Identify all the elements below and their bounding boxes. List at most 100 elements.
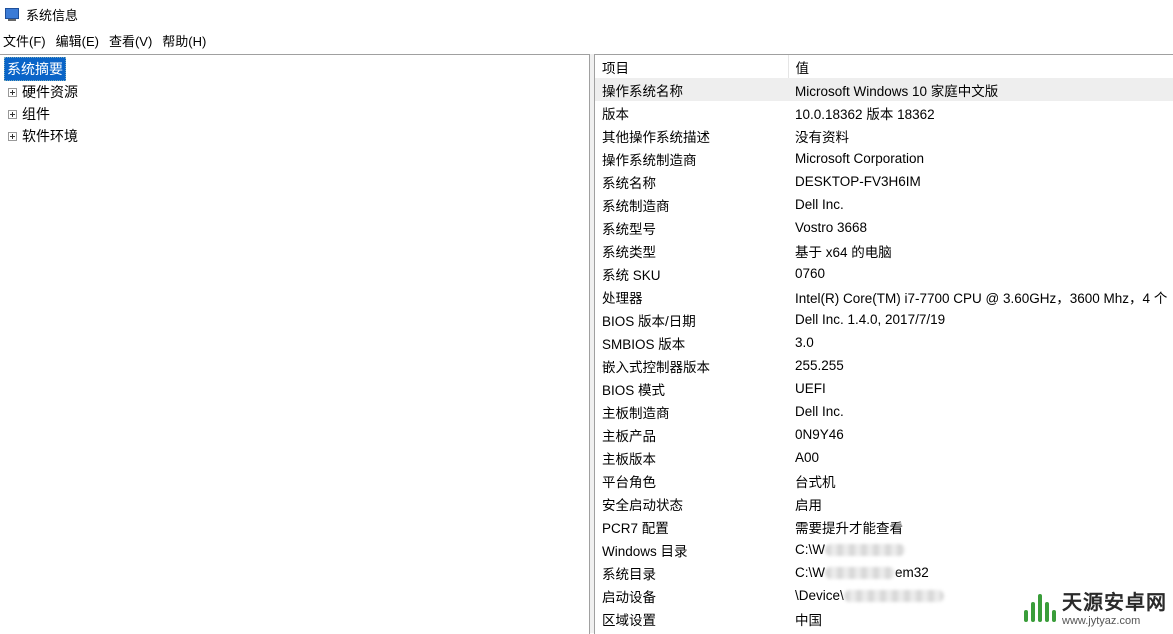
row-value-text: 3.0 — [795, 335, 814, 350]
row-value-text: DESKTOP-FV3H6IM — [795, 174, 921, 189]
table-row[interactable]: 处理器 Intel(R) Core(TM) i7-7700 CPU @ 3.60G… — [595, 285, 1173, 308]
table-row[interactable]: 平台角色 台式机 — [595, 469, 1173, 492]
row-value-cell: Vostro 3668 — [788, 216, 1173, 239]
row-value-cell: Microsoft Corporation — [788, 147, 1173, 170]
row-item-cell: 系统制造商 — [602, 198, 670, 214]
row-value-text: 中国 — [795, 612, 822, 628]
category-tree-pane: 系统摘要 硬件资源 组件 软件环境 — [0, 54, 590, 634]
row-value-text: Dell Inc. — [795, 197, 844, 212]
table-row[interactable]: 系统 SKU 0760 — [595, 262, 1173, 285]
row-value-cell: UEFI — [788, 377, 1173, 400]
table-row[interactable]: 安全启动状态 启用 — [595, 492, 1173, 515]
menu-file[interactable]: 文件(F) — [0, 31, 53, 50]
tree-item-components[interactable]: 组件 — [8, 103, 589, 125]
row-value-cell: DESKTOP-FV3H6IM — [788, 170, 1173, 193]
row-value-cell: Dell Inc. — [788, 193, 1173, 216]
table-row[interactable]: PCR7 配置 需要提升才能查看 — [595, 515, 1173, 538]
row-value-cell: 需要提升才能查看 — [788, 515, 1173, 538]
row-value-text: Vostro 3668 — [795, 220, 868, 235]
column-header-value[interactable]: 值 — [788, 55, 1173, 78]
tree-item-hardware-resources[interactable]: 硬件资源 — [8, 81, 589, 103]
column-header-item[interactable]: 项目 — [595, 55, 789, 78]
table-row[interactable]: 系统目录 C:\W em32 — [595, 561, 1173, 584]
row-item-cell: 系统目录 — [602, 566, 656, 582]
table-row[interactable]: BIOS 版本/日期 Dell Inc. 1.4.0, 2017/7/19 — [595, 308, 1173, 331]
row-value-cell: Microsoft Windows 10 家庭中文版 — [788, 78, 1173, 101]
row-value-cell: Dell Inc. 1.4.0, 2017/7/19 — [788, 308, 1173, 331]
row-value-text: 台式机 — [795, 474, 836, 490]
table-row[interactable]: 主板制造商 Dell Inc. — [595, 400, 1173, 423]
redacted-blur — [843, 590, 944, 603]
row-item-cell: 主板产品 — [602, 428, 656, 444]
tree-item-label: 软件环境 — [22, 128, 78, 144]
table-row[interactable]: 主板版本 A00 — [595, 446, 1173, 469]
row-value-cell: C:\W — [788, 538, 1173, 561]
row-value-text: 0N9Y46 — [795, 427, 844, 442]
row-value-text: 基于 x64 的电脑 — [795, 244, 892, 260]
row-value-cell: Dell Inc. — [788, 400, 1173, 423]
row-item-cell: 启动设备 — [602, 589, 656, 605]
table-row[interactable]: 系统制造商 Dell Inc. — [595, 193, 1173, 216]
row-item-cell: BIOS 版本/日期 — [602, 313, 696, 329]
system-summary-table: 项目 值 操作系统名称 Microsoft Windows 10 家庭中文版版本 1… — [595, 55, 1173, 630]
row-value-text: C:\W — [795, 565, 825, 580]
table-row[interactable]: 版本 10.0.18362 版本 18362 — [595, 101, 1173, 124]
row-value-cell: C:\W em32 — [788, 561, 1173, 584]
row-value-text: 需要提升才能查看 — [795, 520, 903, 536]
menu-edit[interactable]: 编辑(E) — [53, 31, 106, 50]
table-row[interactable]: SMBIOS 版本 3.0 — [595, 331, 1173, 354]
table-row[interactable]: 其他操作系统描述 没有资料 — [595, 124, 1173, 147]
row-item-cell: Windows 目录 — [602, 543, 688, 559]
row-item-cell: 主板制造商 — [602, 405, 670, 421]
row-item-cell: 版本 — [602, 106, 629, 122]
row-value-cell: 0N9Y46 — [788, 423, 1173, 446]
row-item-cell: SMBIOS 版本 — [602, 336, 686, 352]
menu-help[interactable]: 帮助(H) — [159, 31, 213, 50]
row-item-cell: BIOS 模式 — [602, 382, 666, 398]
watermark-title: 天源安卓网 — [1062, 592, 1167, 614]
row-value-text: A00 — [795, 450, 820, 465]
row-item-cell: 系统 SKU — [602, 267, 661, 283]
row-value-text: Dell Inc. 1.4.0, 2017/7/19 — [795, 312, 946, 327]
expand-plus-icon[interactable] — [8, 87, 17, 97]
row-item-cell: 区域设置 — [602, 612, 656, 628]
table-row[interactable]: Windows 目录 C:\W — [595, 538, 1173, 561]
watermark-url: www.jytyaz.com — [1062, 615, 1141, 627]
row-value-text: 没有资料 — [795, 129, 849, 145]
row-item-cell: 操作系统名称 — [595, 78, 788, 101]
row-item-cell: 操作系统制造商 — [602, 152, 697, 168]
table-row[interactable]: 系统类型 基于 x64 的电脑 — [595, 239, 1173, 262]
table-row[interactable]: BIOS 模式 UEFI — [595, 377, 1173, 400]
table-row[interactable]: 系统名称 DESKTOP-FV3H6IM — [595, 170, 1173, 193]
tree-item-label: 组件 — [22, 106, 50, 122]
title-bar: 系统信息 — [0, 0, 1173, 28]
tree-item-software-environment[interactable]: 软件环境 — [8, 125, 589, 147]
row-value-text: Microsoft Corporation — [795, 151, 925, 166]
row-value-text: Dell Inc. — [795, 404, 844, 419]
row-value-text: 启用 — [795, 497, 822, 513]
table-header-row: 项目 值 — [595, 55, 1173, 78]
table-row[interactable]: 操作系统制造商 Microsoft Corporation — [595, 147, 1173, 170]
row-value-cell: 台式机 — [788, 469, 1173, 492]
system-info-icon — [4, 6, 20, 22]
expand-plus-icon[interactable] — [8, 131, 17, 141]
table-row[interactable]: 系统型号 Vostro 3668 — [595, 216, 1173, 239]
expand-plus-icon[interactable] — [8, 109, 17, 119]
row-value-text: \Device\ — [795, 588, 844, 603]
menu-view[interactable]: 查看(V) — [106, 31, 159, 50]
window-title: 系统信息 — [26, 7, 79, 23]
tree-item-system-summary[interactable]: 系统摘要 — [4, 57, 66, 81]
table-row[interactable]: 嵌入式控制器版本 255.255 — [595, 354, 1173, 377]
row-value-text: Intel(R) Core(TM) i7-7700 CPU @ 3.60GHz，… — [795, 290, 1168, 306]
row-value-text: UEFI — [795, 381, 826, 396]
watermark: 天源安卓网 www.jytyaz.com — [1022, 586, 1167, 627]
row-value-cell: Intel(R) Core(TM) i7-7700 CPU @ 3.60GHz，… — [788, 285, 1173, 308]
row-value-cell: 255.255 — [788, 354, 1173, 377]
row-value-cell: 启用 — [788, 492, 1173, 515]
row-item-cell: PCR7 配置 — [602, 520, 669, 536]
table-row[interactable]: 主板产品 0N9Y46 — [595, 423, 1173, 446]
row-item-cell: 系统型号 — [602, 221, 656, 237]
row-value-cell: 10.0.18362 版本 18362 — [788, 101, 1173, 124]
row-value-cell: 没有资料 — [788, 124, 1173, 147]
table-row[interactable]: 操作系统名称 Microsoft Windows 10 家庭中文版 — [595, 78, 1173, 101]
